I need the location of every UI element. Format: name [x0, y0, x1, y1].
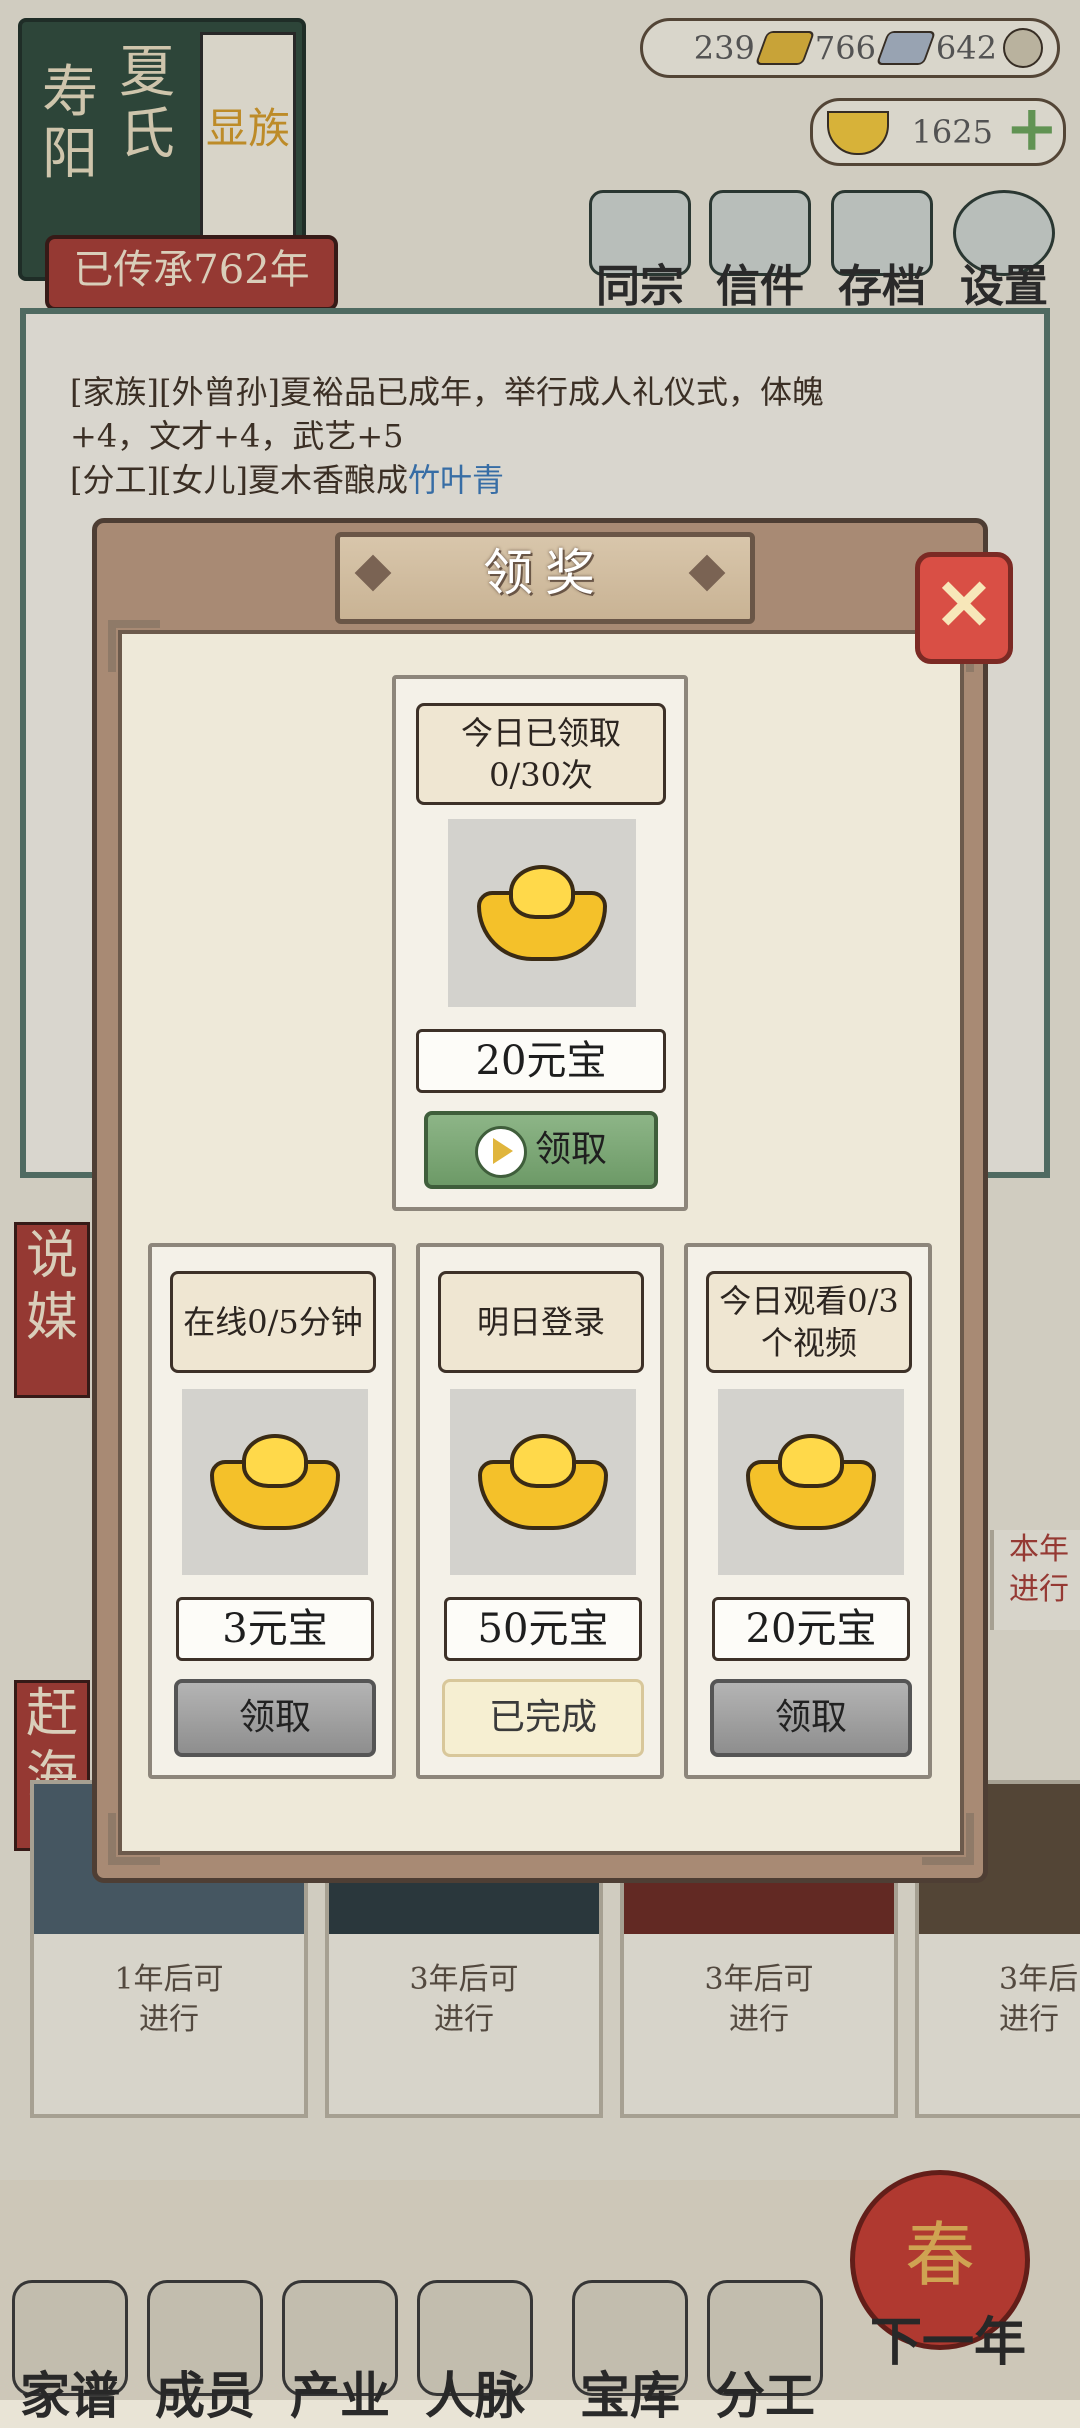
reward-amount: 20元宝: [712, 1597, 910, 1661]
gold-ingot-icon: [210, 1434, 340, 1530]
reward-condition: 在线0/5分钟: [170, 1271, 376, 1373]
frame-corner: [922, 1813, 974, 1865]
video-reward-card: 今日观看0/3个视频 20元宝 领取: [684, 1243, 932, 1779]
reward-amount: 3元宝: [176, 1597, 374, 1661]
gold-ingot-icon: [477, 865, 607, 961]
reward-amount: 20元宝: [416, 1029, 666, 1093]
reward-image: [450, 1389, 636, 1575]
login-reward-card: 明日登录 50元宝 已完成: [416, 1243, 664, 1779]
close-button[interactable]: ✕: [915, 552, 1013, 664]
reward-condition: 明日登录: [438, 1271, 644, 1373]
online-reward-card: 在线0/5分钟 3元宝 领取: [148, 1243, 396, 1779]
reward-image: [182, 1389, 368, 1575]
reward-condition: 今日已领取0/30次: [416, 703, 666, 805]
reward-image: [718, 1389, 904, 1575]
reward-image: [448, 819, 636, 1007]
reward-condition: 今日观看0/3个视频: [706, 1271, 912, 1373]
frame-corner: [108, 1813, 160, 1865]
frame-corner: [108, 620, 160, 672]
login-reward-completed-status: 已完成: [442, 1679, 644, 1757]
claim-video-watch-reward-button[interactable]: 领取: [710, 1679, 912, 1757]
play-video-icon: [474, 1126, 527, 1178]
gold-ingot-icon: [746, 1434, 876, 1530]
claim-video-reward-button[interactable]: 领取: [424, 1111, 658, 1189]
gold-ingot-icon: [478, 1434, 608, 1530]
reward-dialog-title: 领奖: [335, 532, 755, 624]
claim-online-reward-button[interactable]: 领取: [174, 1679, 376, 1757]
reward-amount: 50元宝: [444, 1597, 642, 1661]
claim-label: 领取: [534, 1129, 607, 1170]
featured-reward-card: 今日已领取0/30次 20元宝 领取: [392, 675, 688, 1211]
